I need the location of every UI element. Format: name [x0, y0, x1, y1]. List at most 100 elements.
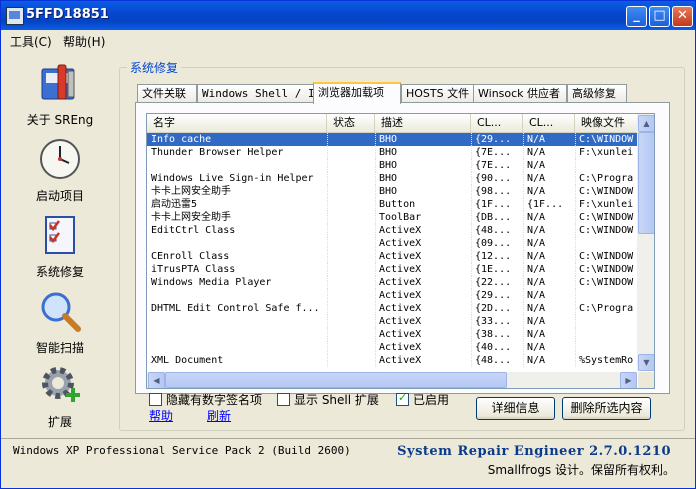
- list-row[interactable]: 卡卡上网安全助手 BHO {98... N/A C:\WINDOW: [147, 185, 637, 198]
- status-bar: Windows XP Professional Service Pack 2 (…: [1, 438, 695, 489]
- sidebar-label-about: 关于 SREng: [26, 113, 94, 127]
- scroll-down-icon[interactable]: ▼: [638, 354, 654, 371]
- list-cell: BHO: [375, 172, 472, 185]
- list-cell: N/A: [523, 302, 576, 315]
- list-cell: N/A: [523, 263, 576, 276]
- addons-list[interactable]: 名字 状态 描述 CL... CL... 映像文件 Info cache BHO{…: [146, 113, 655, 389]
- list-cell: [575, 328, 637, 341]
- column-header-status[interactable]: 状态: [327, 114, 375, 132]
- close-button[interactable]: ✕: [672, 6, 693, 27]
- sidebar-label-scan: 智能扫描: [35, 341, 84, 355]
- sidebar-item-extend[interactable]: 扩展: [9, 361, 111, 431]
- scroll-up-icon[interactable]: ▲: [638, 115, 654, 132]
- maximize-button[interactable]: □: [649, 6, 670, 27]
- list-cell: N/A: [523, 276, 576, 289]
- list-cell: ActiveX: [375, 354, 472, 367]
- tab-file-assoc[interactable]: 文件关联: [137, 84, 197, 102]
- list-cell: C:\Progra: [575, 302, 637, 315]
- minimize-button[interactable]: _: [626, 6, 647, 27]
- column-header-clsid[interactable]: CL...: [471, 114, 523, 132]
- window-title: 5FFD18851: [26, 7, 109, 22]
- enabled-checkbox[interactable]: 已启用: [396, 391, 449, 408]
- list-row[interactable]: iTrusPTA Class ActiveX {1E... N/A C:\WINDOW: [147, 263, 637, 276]
- list-cell: BHO: [375, 185, 472, 198]
- list-cell: {22...: [471, 276, 524, 289]
- list-cell: [327, 224, 376, 237]
- list-row[interactable]: EditCtrl Class ActiveX {48... N/A C:\WINDOW: [147, 224, 637, 237]
- hide-signed-box[interactable]: [149, 393, 162, 406]
- help-link[interactable]: 帮助: [149, 407, 173, 424]
- details-button[interactable]: 详细信息: [476, 397, 555, 420]
- sidebar-item-startup[interactable]: 启动项目: [9, 135, 111, 205]
- list-row[interactable]: XML Document ActiveX {48... N/A %SystemRo: [147, 354, 637, 367]
- menu-help[interactable]: 帮助(H): [63, 33, 105, 50]
- list-cell: [327, 185, 376, 198]
- title-bar[interactable]: 5FFD18851 _ □ ✕: [1, 1, 695, 30]
- main-window: 5FFD18851 _ □ ✕ 工具(C) 帮助(H) 关于 SREng 启动项…: [0, 0, 696, 489]
- sidebar-item-scan[interactable]: 智能扫描: [9, 287, 111, 357]
- horizontal-scrollbar[interactable]: ◀ ▶: [147, 372, 637, 388]
- list-cell: N/A: [523, 315, 576, 328]
- list-cell: DHTML Edit Control Safe f...: [147, 302, 328, 315]
- list-cell: {90...: [471, 172, 524, 185]
- sidebar-item-repair[interactable]: 系统修复: [9, 211, 111, 281]
- tab-winsock[interactable]: Winsock 供应者: [473, 84, 567, 102]
- list-cell: N/A: [523, 159, 576, 172]
- column-header-clsid2[interactable]: CL...: [523, 114, 575, 132]
- list-cell: ToolBar: [375, 211, 472, 224]
- column-header-name[interactable]: 名字: [147, 114, 327, 132]
- list-cell: ActiveX: [375, 315, 472, 328]
- list-body: Info cache BHO {29... N/A C:\WINDOW Thunder B…: [147, 133, 637, 371]
- vertical-scrollbar[interactable]: ▲ ▼: [637, 114, 654, 371]
- menu-tools[interactable]: 工具(C): [10, 33, 52, 50]
- list-row[interactable]: ActiveX {40... N/A: [147, 341, 637, 354]
- list-cell: ActiveX: [375, 289, 472, 302]
- list-cell: [327, 315, 376, 328]
- column-header-desc[interactable]: 描述: [375, 114, 471, 132]
- list-cell: N/A: [523, 328, 576, 341]
- enabled-box[interactable]: [396, 391, 409, 406]
- list-cell: ActiveX: [375, 237, 472, 250]
- list-row[interactable]: BHO {7E... N/A: [147, 159, 637, 172]
- column-header-image[interactable]: 映像文件: [575, 114, 638, 132]
- list-row[interactable]: Windows Live Sign-in Helper BHO {90... N/A C…: [147, 172, 637, 185]
- app-icon: [6, 7, 24, 25]
- list-row[interactable]: CEnroll Class ActiveX {12... N/A C:\WINDOW: [147, 250, 637, 263]
- delete-selected-button[interactable]: 删除所选内容: [562, 397, 651, 420]
- scroll-right-icon[interactable]: ▶: [620, 372, 637, 388]
- list-row[interactable]: Thunder Browser Helper BHO {7E... N/A F:\xun…: [147, 146, 637, 159]
- list-cell: {98...: [471, 185, 524, 198]
- tab-hosts-file[interactable]: HOSTS 文件: [401, 84, 475, 102]
- list-cell: [327, 211, 376, 224]
- list-row[interactable]: ActiveX {29... N/A: [147, 289, 637, 302]
- tab-browser-addons[interactable]: 浏览器加载项: [313, 82, 401, 104]
- list-cell: Windows Media Player: [147, 276, 328, 289]
- refresh-link[interactable]: 刷新: [207, 407, 231, 424]
- list-row[interactable]: DHTML Edit Control Safe f... ActiveX {2D..…: [147, 302, 637, 315]
- list-row[interactable]: ActiveX {33... N/A: [147, 315, 637, 328]
- brand-text: System Repair Engineer 2.7.0.1210: [397, 444, 671, 459]
- sidebar-item-about[interactable]: 关于 SREng: [9, 59, 111, 129]
- show-shell-box[interactable]: [277, 393, 290, 406]
- list-cell: [575, 159, 637, 172]
- vertical-scroll-thumb[interactable]: [638, 132, 654, 234]
- tab-advanced-repair[interactable]: 高级修复: [567, 84, 627, 102]
- scroll-corner: [638, 372, 654, 388]
- list-row[interactable]: Info cache BHO {29... N/A C:\WINDOW: [147, 133, 637, 146]
- list-row[interactable]: 启动迅雷5 Button {1F... {1F... F:\xunlei: [147, 198, 637, 211]
- show-shell-checkbox[interactable]: 显示 Shell 扩展: [277, 391, 379, 408]
- list-row[interactable]: Windows Media Player ActiveX {22... N/A C:\W…: [147, 276, 637, 289]
- horizontal-scroll-thumb[interactable]: [165, 372, 507, 388]
- list-cell: [327, 328, 376, 341]
- list-row[interactable]: ActiveX {09... N/A: [147, 237, 637, 250]
- list-cell: ActiveX: [375, 302, 472, 315]
- list-cell: [147, 159, 328, 172]
- list-cell: {1E...: [471, 263, 524, 276]
- gear-plus-icon: [42, 367, 80, 402]
- list-row[interactable]: ActiveX {38... N/A: [147, 328, 637, 341]
- tab-windows-shell-ie[interactable]: Windows Shell / IE: [197, 84, 321, 102]
- list-cell: N/A: [523, 133, 576, 146]
- hide-signed-checkbox[interactable]: 隐藏有数字签名项: [149, 391, 262, 408]
- scroll-left-icon[interactable]: ◀: [148, 372, 165, 388]
- list-row[interactable]: 卡卡上网安全助手 ToolBar {DB... N/A C:\WINDOW: [147, 211, 637, 224]
